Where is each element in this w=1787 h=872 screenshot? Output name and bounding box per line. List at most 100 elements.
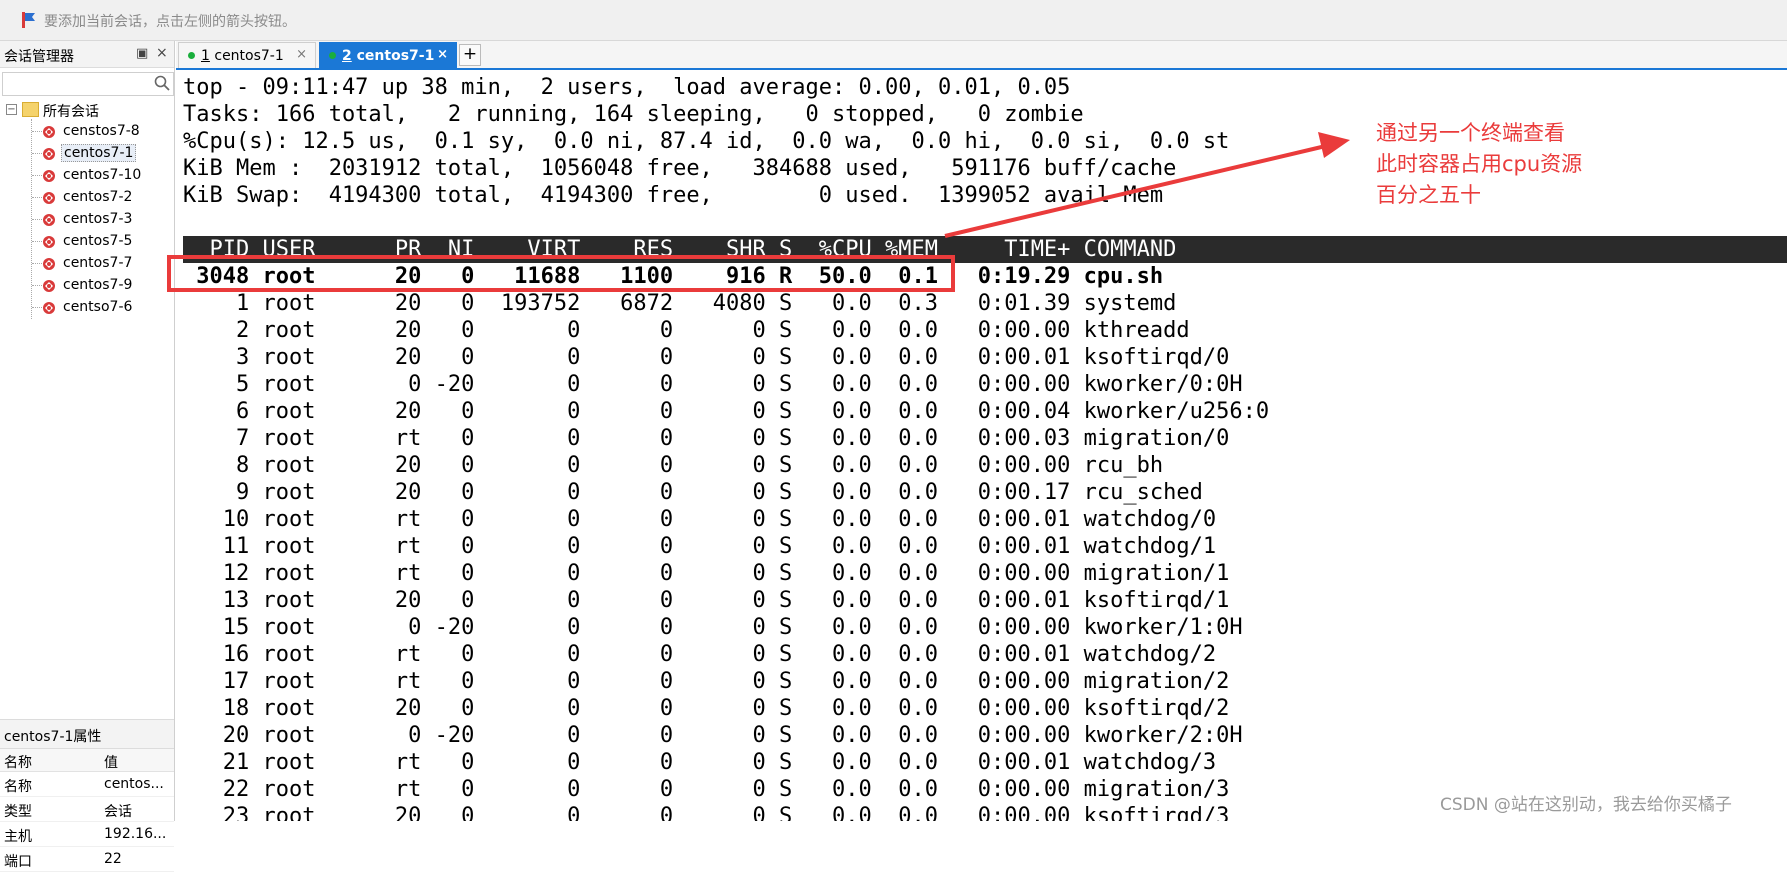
watermark: CSDN @站在这别动，我去给你买橘子	[1440, 795, 1732, 815]
process-row: 1 root 20 0 193752 6872 4080 S 0.0 0.3 0…	[183, 291, 1177, 316]
tab-name: centos7-1	[209, 48, 284, 64]
session-search-input[interactable]	[2, 72, 174, 96]
property-key: 主机	[4, 829, 32, 845]
process-row: 10 root rt 0 0 0 0 S 0.0 0.0 0:00.01 wat…	[183, 507, 1217, 532]
top-tasks-line: Tasks: 166 total, 2 running, 164 sleepin…	[183, 102, 1084, 127]
session-item-label: centos7-10	[63, 167, 142, 183]
tree-guide-line	[32, 307, 42, 308]
session-icon	[43, 236, 55, 248]
tree-root-label: 所有会话	[43, 104, 99, 120]
session-icon	[43, 148, 55, 160]
close-tab-icon[interactable]: ×	[437, 47, 448, 62]
process-row: 7 root rt 0 0 0 0 S 0.0 0.0 0:00.03 migr…	[183, 426, 1230, 451]
session-icon	[43, 258, 55, 270]
session-item[interactable]: centos7-10	[0, 165, 174, 187]
top-cpu-line: %Cpu(s): 12.5 us, 0.1 sy, 0.0 ni, 87.4 i…	[183, 129, 1230, 154]
session-item-label: centso7-6	[63, 299, 133, 315]
tree-guide-line	[32, 197, 42, 198]
session-item-label: censtos7-8	[63, 123, 140, 139]
col-name-header: 名称	[4, 755, 32, 771]
annotation-line: 此时容器占用cpu资源	[1376, 152, 1583, 176]
session-icon	[43, 214, 55, 226]
search-icon[interactable]	[153, 74, 171, 92]
close-icon[interactable]: ×	[156, 45, 168, 61]
session-item[interactable]: censtos7-8	[0, 121, 174, 143]
tab-label: 2 centos7-1	[342, 48, 434, 64]
property-value: 会话	[104, 804, 132, 820]
connected-status-icon	[329, 52, 336, 59]
tree-guide-line	[32, 131, 42, 132]
tree-guide-line	[32, 285, 42, 286]
process-row: 12 root rt 0 0 0 0 S 0.0 0.0 0:00.00 mig…	[183, 561, 1230, 586]
process-row: 3 root 20 0 0 0 0 S 0.0 0.0 0:00.01 ksof…	[183, 345, 1230, 370]
tab-bar: 1 centos7-1 × 2 centos7-1 × +	[176, 41, 1787, 70]
highlight-box	[167, 255, 955, 292]
property-row: 类型 会话	[0, 797, 174, 822]
process-row: 18 root 20 0 0 0 0 S 0.0 0.0 0:00.00 kso…	[183, 696, 1230, 721]
session-item[interactable]: centos7-1	[0, 143, 174, 165]
tab-number: 2	[342, 48, 352, 64]
tree-root-all-sessions[interactable]: − 所有会话	[0, 99, 174, 121]
session-manager-panel: 会话管理器 ▣ × − 所有会话 censtos7-8 centos7-1 cent…	[0, 41, 175, 872]
session-hint-text: 要添加当前会话，点击左侧的箭头按钮。	[44, 14, 296, 30]
session-icon	[43, 170, 55, 182]
process-row: 5 root 0 -20 0 0 0 S 0.0 0.0 0:00.00 kwo…	[183, 372, 1243, 397]
properties-columns: 名称 值	[0, 749, 174, 772]
session-item-label: centos7-2	[63, 189, 133, 205]
collapse-icon[interactable]: −	[6, 104, 17, 115]
process-row: 17 root rt 0 0 0 0 S 0.0 0.0 0:00.00 mig…	[183, 669, 1230, 694]
process-row: 22 root rt 0 0 0 0 S 0.0 0.0 0:00.00 mig…	[183, 777, 1230, 802]
session-item[interactable]: centos7-3	[0, 209, 174, 231]
tree-guide-line	[32, 263, 42, 264]
close-tab-icon[interactable]: ×	[296, 47, 307, 62]
session-manager-title: 会话管理器	[4, 49, 74, 65]
tree-guide-line	[32, 153, 42, 154]
folder-icon	[22, 102, 39, 117]
property-value: centos...	[104, 776, 164, 792]
tree-guide-line	[32, 219, 42, 220]
properties-header: centos7-1属性	[0, 719, 174, 749]
property-value: 22	[104, 851, 122, 867]
pin-icon[interactable]: ▣	[136, 46, 148, 61]
process-row: 16 root rt 0 0 0 0 S 0.0 0.0 0:00.01 wat…	[183, 642, 1217, 667]
session-tree: − 所有会话 censtos7-8 centos7-1 centos7-10 cent…	[0, 99, 174, 319]
process-row: 21 root rt 0 0 0 0 S 0.0 0.0 0:00.01 wat…	[183, 750, 1217, 775]
property-key: 端口	[4, 854, 32, 870]
session-item-label: centos7-9	[63, 277, 133, 293]
tab-centos7-1-first[interactable]: 1 centos7-1 ×	[178, 42, 316, 68]
session-hint-bar: 要添加当前会话，点击左侧的箭头按钮。	[0, 0, 1787, 41]
session-item-label: centos7-1	[61, 144, 137, 162]
session-manager-header: 会话管理器 ▣ ×	[0, 41, 174, 68]
tab-label: 1 centos7-1	[201, 48, 284, 64]
session-icon	[43, 192, 55, 204]
session-item[interactable]: centos7-5	[0, 231, 174, 253]
tab-name: centos7-1	[351, 48, 435, 64]
top-uptime-line: top - 09:11:47 up 38 min, 2 users, load …	[183, 75, 1071, 100]
session-item[interactable]: centso7-6	[0, 297, 174, 319]
session-icon	[43, 302, 55, 314]
property-key: 名称	[4, 779, 32, 795]
session-item-label: centos7-5	[63, 233, 133, 249]
process-row: 9 root 20 0 0 0 0 S 0.0 0.0 0:00.17 rcu_…	[183, 480, 1203, 505]
property-row: 主机 192.16...	[0, 822, 174, 847]
session-item[interactable]: centos7-7	[0, 253, 174, 275]
process-row: 20 root 0 -20 0 0 0 S 0.0 0.0 0:00.00 kw…	[183, 723, 1243, 748]
new-tab-button[interactable]: +	[459, 44, 481, 66]
process-row: 15 root 0 -20 0 0 0 S 0.0 0.0 0:00.00 kw…	[183, 615, 1243, 640]
annotation-note: 通过另一个终端查看 此时容器占用cpu资源 百分之五十	[1376, 118, 1582, 211]
properties-panel: centos7-1属性 名称 值 名称 centos... 类型 会话 主机 1…	[0, 719, 174, 872]
process-row: 2 root 20 0 0 0 0 S 0.0 0.0 0:00.00 kthr…	[183, 318, 1190, 343]
properties-title: centos7-1属性	[4, 729, 102, 745]
annotation-line: 百分之五十	[1376, 183, 1481, 207]
property-row: 名称 centos...	[0, 772, 174, 797]
tab-centos7-1-active[interactable]: 2 centos7-1 ×	[319, 42, 457, 68]
session-icon	[43, 126, 55, 138]
top-swap-line: KiB Swap: 4194300 total, 4194300 free, 0…	[183, 183, 1164, 208]
col-value-header: 值	[104, 755, 118, 771]
add-session-arrow-icon[interactable]	[20, 11, 38, 29]
process-row: 8 root 20 0 0 0 0 S 0.0 0.0 0:00.00 rcu_…	[183, 453, 1164, 478]
tree-guide-line	[32, 175, 42, 176]
session-item[interactable]: centos7-9	[0, 275, 174, 297]
tree-guide-line	[32, 241, 42, 242]
session-item[interactable]: centos7-2	[0, 187, 174, 209]
